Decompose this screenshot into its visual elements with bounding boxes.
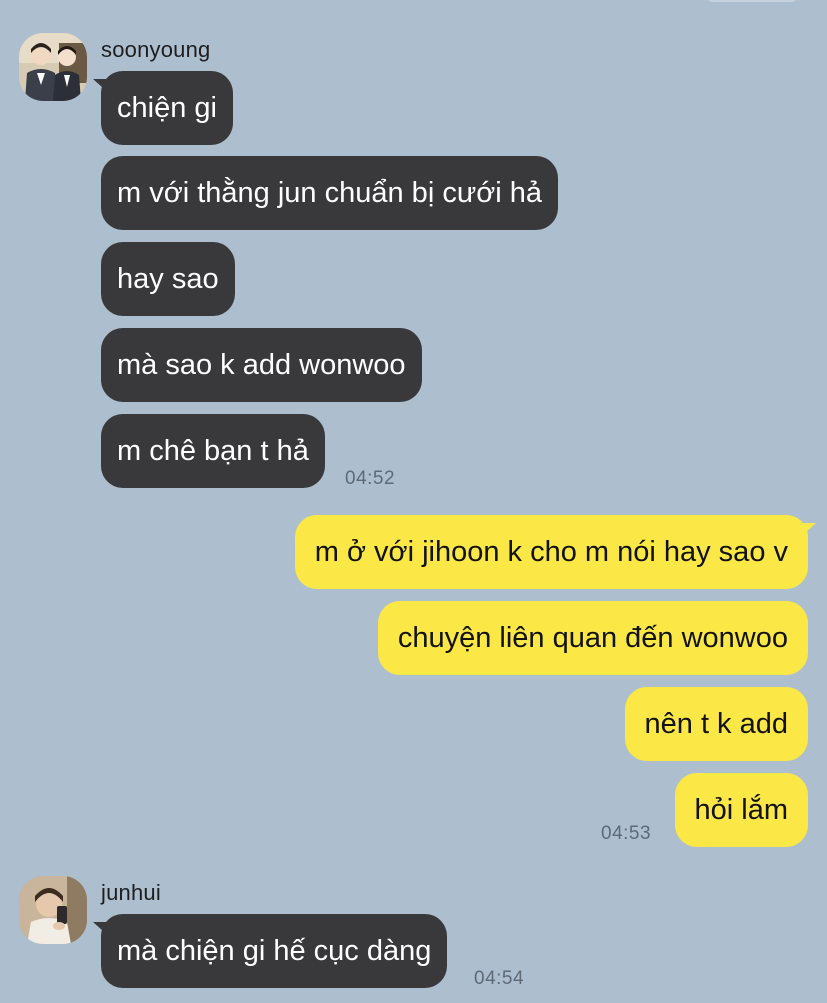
sender-name-soonyoung: soonyoung <box>101 37 211 62</box>
message-bubble[interactable]: chiện gi <box>101 71 233 145</box>
message-bubble[interactable]: m với thằng jun chuẩn bị cưới hả <box>101 156 559 230</box>
my-message-bubble[interactable]: chuyện liên quan đến wonwoo <box>377 601 808 675</box>
my-message-bubble[interactable]: hỏi lắm <box>674 773 808 847</box>
message-timestamp: 04:54 <box>474 968 525 989</box>
my-message-bubble[interactable]: m ở với jihoon k cho m nói hay sao v <box>294 515 808 589</box>
sender-name-junhui: junhui <box>101 880 161 905</box>
message-bubble[interactable]: m chê bạn t hả <box>101 414 325 488</box>
message-bubble[interactable]: hay sao <box>101 242 235 316</box>
message-timestamp: 04:52 <box>345 468 396 489</box>
message-bubble[interactable]: mà sao k add wonwoo <box>101 328 422 402</box>
avatar-junhui[interactable] <box>19 876 87 944</box>
avatar-soonyoung[interactable] <box>19 33 87 101</box>
my-message-bubble[interactable]: nên t k add <box>624 687 808 761</box>
profile-photo-icon <box>19 33 87 101</box>
profile-photo-icon <box>19 876 87 944</box>
chat-room[interactable]: soonyoung chiện gi m với thằng jun chuẩn… <box>0 0 827 1003</box>
message-timestamp: 04:53 <box>601 823 652 844</box>
message-bubble[interactable]: mà chiện gi hế cục dàng <box>101 914 448 988</box>
